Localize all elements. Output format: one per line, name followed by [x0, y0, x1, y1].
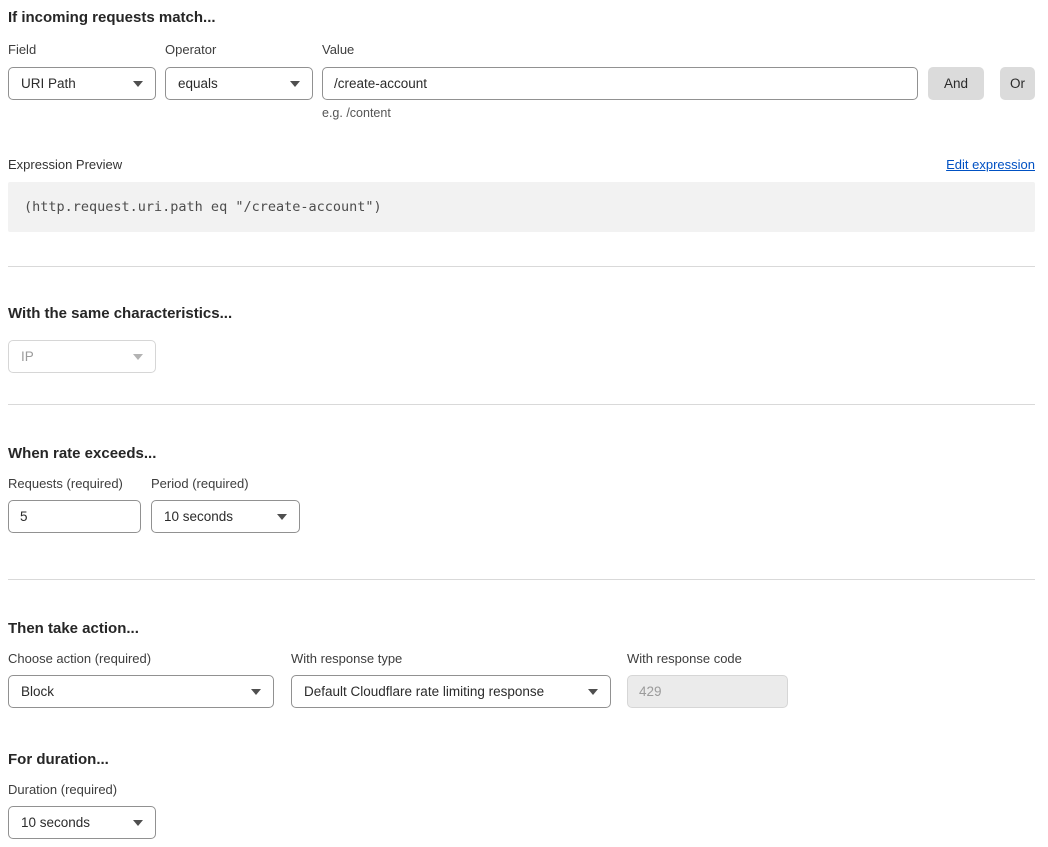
section-divider — [8, 404, 1035, 405]
choose-action-column: Choose action (required) Block — [8, 651, 274, 708]
conjunction-buttons: And Or — [928, 42, 1035, 100]
requests-label: Requests (required) — [8, 476, 141, 492]
characteristics-section-heading: With the same characteristics... — [8, 304, 1035, 324]
field-select-value: URI Path — [21, 76, 76, 91]
choose-action-label: Choose action (required) — [8, 651, 274, 667]
period-select-value: 10 seconds — [164, 509, 233, 524]
response-code-column: With response code — [627, 651, 788, 708]
field-column: Field URI Path — [8, 42, 156, 100]
response-type-column: With response type Default Cloudflare ra… — [291, 651, 611, 708]
chevron-down-icon — [588, 689, 598, 695]
operator-column: Operator equals — [165, 42, 313, 100]
period-select[interactable]: 10 seconds — [151, 500, 300, 533]
section-divider — [8, 579, 1035, 580]
or-button[interactable]: Or — [1000, 67, 1035, 100]
response-code-label: With response code — [627, 651, 788, 667]
field-select[interactable]: URI Path — [8, 67, 156, 100]
characteristic-select-value: IP — [21, 349, 34, 364]
field-label: Field — [8, 42, 156, 58]
value-hint: e.g. /content — [322, 106, 918, 120]
duration-select[interactable]: 10 seconds — [8, 806, 156, 839]
action-section-heading: Then take action... — [8, 619, 1035, 639]
choose-action-select-value: Block — [21, 684, 54, 699]
period-label: Period (required) — [151, 476, 300, 492]
chevron-down-icon — [133, 81, 143, 87]
choose-action-select[interactable]: Block — [8, 675, 274, 708]
expression-code-text: (http.request.uri.path eq "/create-accou… — [24, 199, 382, 215]
rate-fields-row: Requests (required) Period (required) 10… — [8, 476, 1035, 533]
rate-section-heading: When rate exceeds... — [8, 444, 1035, 464]
response-type-select[interactable]: Default Cloudflare rate limiting respons… — [291, 675, 611, 708]
duration-select-value: 10 seconds — [21, 815, 90, 830]
value-label: Value — [322, 42, 918, 58]
action-fields-row: Choose action (required) Block With resp… — [8, 651, 1035, 708]
match-fields-row: Field URI Path Operator equals Value e.g… — [8, 42, 1035, 120]
edit-expression-link[interactable]: Edit expression — [946, 155, 1035, 175]
response-type-label: With response type — [291, 651, 611, 667]
duration-column: Duration (required) 10 seconds — [8, 782, 1035, 839]
chevron-down-icon — [290, 81, 300, 87]
chevron-down-icon — [251, 689, 261, 695]
and-button[interactable]: And — [928, 67, 984, 100]
duration-label: Duration (required) — [8, 782, 1035, 798]
expression-code: (http.request.uri.path eq "/create-accou… — [8, 182, 1035, 232]
rate-limiting-rule-form: If incoming requests match... Field URI … — [0, 0, 1048, 847]
response-type-select-value: Default Cloudflare rate limiting respons… — [304, 684, 544, 699]
operator-select-value: equals — [178, 76, 218, 91]
chevron-down-icon — [133, 820, 143, 826]
requests-column: Requests (required) — [8, 476, 141, 533]
chevron-down-icon — [277, 514, 287, 520]
response-code-input — [627, 675, 788, 708]
value-input[interactable] — [322, 67, 918, 100]
period-column: Period (required) 10 seconds — [151, 476, 300, 533]
operator-select[interactable]: equals — [165, 67, 313, 100]
match-section-heading: If incoming requests match... — [8, 8, 1035, 28]
characteristic-select: IP — [8, 340, 156, 373]
duration-section-heading: For duration... — [8, 750, 1035, 770]
section-divider — [8, 266, 1035, 267]
requests-input[interactable] — [8, 500, 141, 533]
value-column: Value e.g. /content — [322, 42, 918, 120]
chevron-down-icon — [133, 354, 143, 360]
expression-preview-label: Expression Preview — [8, 155, 122, 175]
operator-label: Operator — [165, 42, 313, 58]
expression-preview-header: Expression Preview Edit expression — [8, 155, 1035, 175]
